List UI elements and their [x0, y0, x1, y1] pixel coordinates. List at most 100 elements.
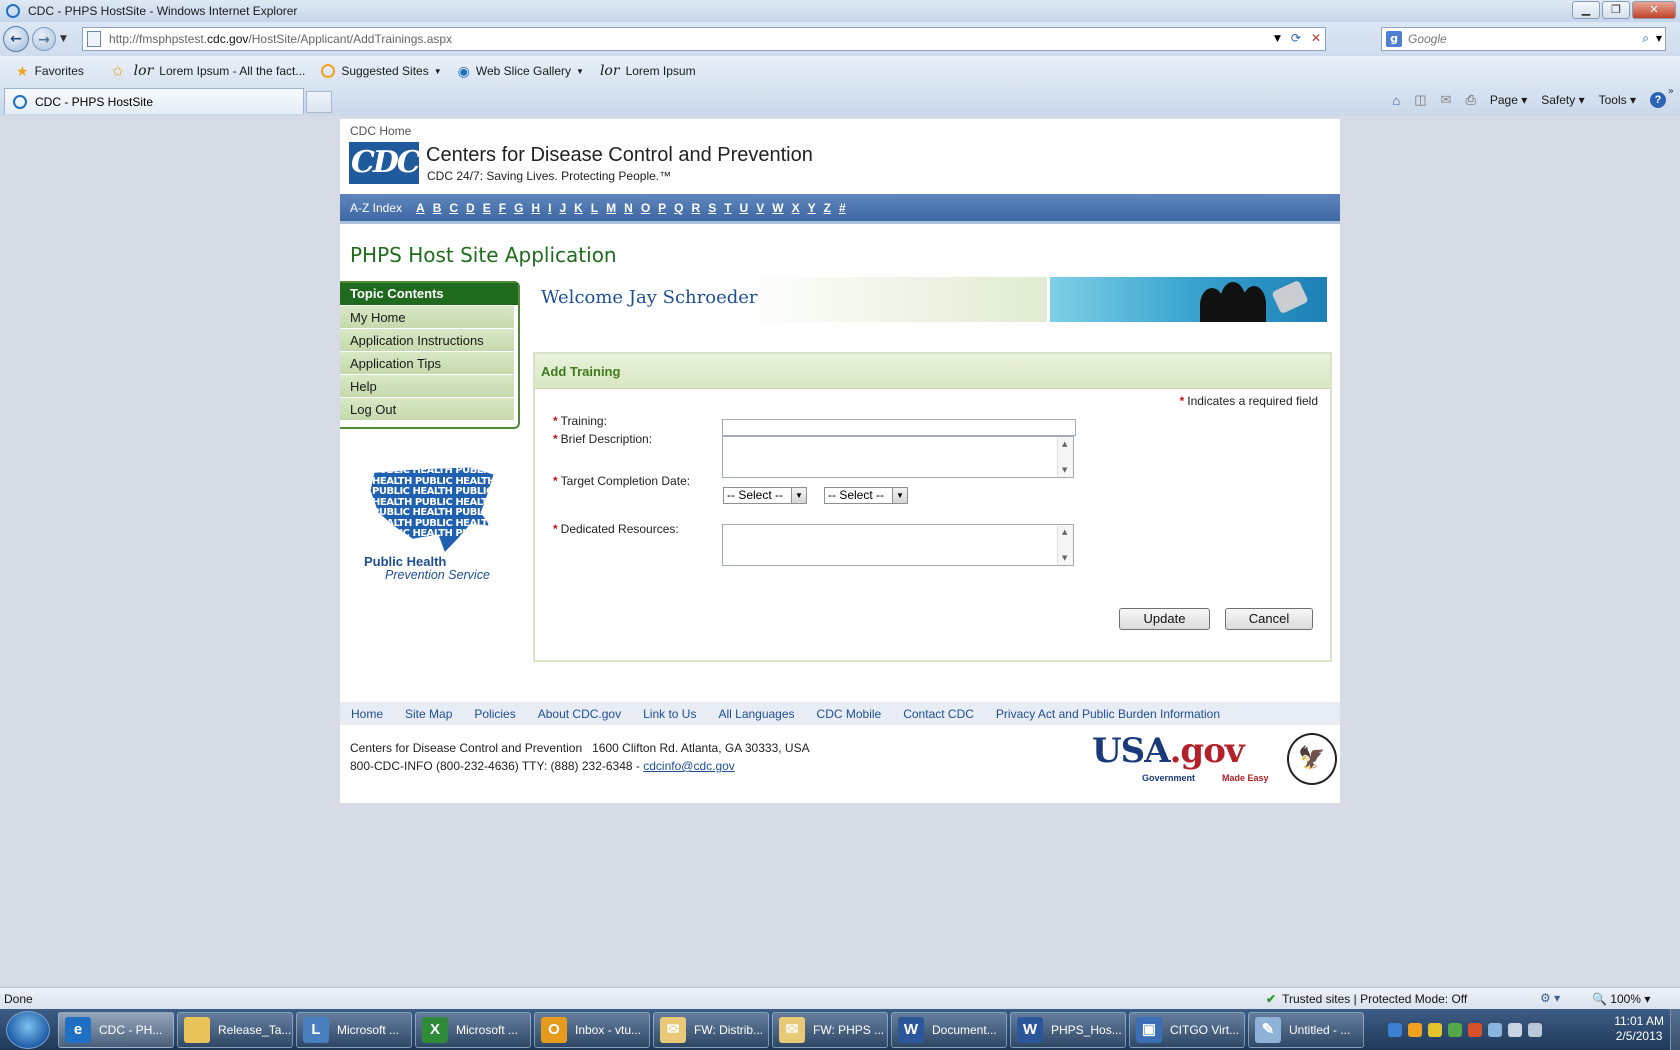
taskbar-item[interactable]: O Inbox - vtu... [534, 1011, 650, 1048]
footer-link[interactable]: Site Map [405, 707, 452, 721]
footer-link[interactable]: Contact CDC [903, 707, 974, 721]
usa-gov-logo[interactable]: USA.gov Government Made Easy [1092, 731, 1282, 787]
add-to-favorites-icon[interactable]: ✩ [112, 63, 130, 80]
hhs-seal-icon[interactable]: 🦅 [1287, 733, 1337, 785]
update-button[interactable]: Update [1119, 608, 1210, 630]
chevron-down-icon[interactable]: ▼ [892, 488, 907, 503]
a-z-letter-link[interactable]: X [792, 201, 800, 215]
taskbar-item[interactable]: ✉ FW: PHPS ... [772, 1011, 888, 1048]
textarea-scrollbar[interactable]: ▲ ▼ [1057, 437, 1073, 477]
a-z-letter-link[interactable]: W [772, 201, 783, 215]
brief-description-textarea[interactable]: ▲ ▼ [722, 436, 1074, 478]
footer-link[interactable]: Link to Us [643, 707, 696, 721]
security-zone[interactable]: ✔ Trusted sites | Protected Mode: Off [1266, 992, 1467, 1006]
network-icon[interactable] [1508, 1022, 1522, 1037]
forward-button[interactable]: → [32, 27, 56, 51]
a-z-letter-link[interactable]: M [606, 201, 616, 215]
footer-link[interactable]: About CDC.gov [538, 707, 621, 721]
footer-link[interactable]: Privacy Act and Public Burden Informatio… [996, 707, 1220, 721]
a-z-letter-link[interactable]: Z [824, 201, 831, 215]
taskbar-item[interactable]: W Document... [891, 1011, 1007, 1048]
a-z-letter-link[interactable]: O [641, 201, 650, 215]
cdc-home-link[interactable]: CDC Home [350, 124, 411, 138]
print-icon[interactable]: ⎙ [1465, 92, 1475, 108]
sidebar-item-my-home[interactable]: My Home [340, 305, 514, 328]
address-dropdown-icon[interactable]: ▼ [1274, 31, 1281, 47]
fav-link-suggested-sites[interactable]: Suggested Sites ▼ [321, 64, 442, 78]
address-url[interactable]: http://fmsphpstest.cdc.gov/HostSite/Appl… [109, 32, 452, 46]
sidebar-item-help[interactable]: Help [340, 374, 514, 397]
refresh-icon[interactable]: ⟳ [1291, 31, 1301, 47]
a-z-letter-link[interactable]: J [559, 201, 566, 215]
a-z-letter-link[interactable]: N [624, 201, 633, 215]
sidebar-item-application-instructions[interactable]: Application Instructions [340, 328, 514, 351]
taskbar-item[interactable]: X Microsoft ... [415, 1011, 531, 1048]
favorites-button[interactable]: ★ Favorites [16, 63, 84, 80]
feeds-icon[interactable]: ◫ [1414, 92, 1426, 108]
stop-icon[interactable]: ✕ [1311, 31, 1321, 47]
clock[interactable]: 11:01 AM 2/5/2013 [1614, 1014, 1664, 1044]
recent-pages-dropdown-icon[interactable]: ▼ [60, 34, 67, 44]
a-z-letter-link[interactable]: U [740, 201, 749, 215]
a-z-letter-link[interactable]: C [449, 201, 458, 215]
protected-mode-icon[interactable]: ⚙ ▾ [1540, 991, 1560, 1005]
back-button[interactable]: ← [3, 26, 29, 52]
tray-icon[interactable] [1488, 1022, 1502, 1037]
sidebar-item-application-tips[interactable]: Application Tips [340, 351, 514, 374]
footer-link[interactable]: All Languages [718, 707, 794, 721]
footer-link[interactable]: CDC Mobile [817, 707, 882, 721]
address-bar[interactable]: http://fmsphpstest.cdc.gov/HostSite/Appl… [82, 27, 1326, 51]
a-z-letter-link[interactable]: # [839, 201, 846, 215]
sidebar-item-log-out[interactable]: Log Out [340, 397, 514, 420]
a-z-letter-link[interactable]: S [708, 201, 716, 215]
start-button[interactable] [6, 1010, 50, 1049]
fav-link-lorem-ipsum-facts[interactable]: lor Lorem Ipsum - All the fact... [134, 63, 306, 79]
tray-icon[interactable] [1448, 1022, 1462, 1037]
cancel-button[interactable]: Cancel [1225, 608, 1313, 630]
a-z-letter-link[interactable]: F [499, 201, 506, 215]
new-tab-button[interactable] [306, 91, 332, 113]
a-z-letter-link[interactable]: E [483, 201, 491, 215]
chevron-down-icon[interactable]: ▼ [791, 488, 806, 503]
search-placeholder[interactable]: Google [1408, 32, 1447, 46]
cdc-logo[interactable]: CDC [349, 142, 421, 184]
dedicated-resources-textarea[interactable]: ▲ ▼ [722, 524, 1074, 566]
taskbar-item[interactable]: ✎ Untitled - ... [1248, 1011, 1364, 1048]
page-menu[interactable]: Page ▾ [1490, 93, 1527, 107]
a-z-letter-link[interactable]: I [548, 201, 551, 215]
minimize-button[interactable]: ▁ [1572, 1, 1600, 19]
fav-link-lorem-ipsum[interactable]: lor Lorem Ipsum [600, 63, 696, 79]
a-z-letter-link[interactable]: B [433, 201, 442, 215]
tray-icon[interactable] [1388, 1022, 1402, 1037]
a-z-letter-link[interactable]: Y [808, 201, 816, 215]
tray-icon[interactable] [1428, 1022, 1442, 1037]
tray-icon[interactable] [1408, 1022, 1422, 1037]
tab-cdc-phps[interactable]: CDC - PHPS HostSite [4, 88, 304, 114]
chevron-more-icon[interactable]: » [1668, 86, 1674, 97]
tray-icon[interactable] [1468, 1022, 1482, 1037]
a-z-letter-link[interactable]: L [591, 201, 598, 215]
a-z-letter-link[interactable]: V [756, 201, 764, 215]
tools-menu[interactable]: Tools ▾ [1599, 93, 1636, 107]
taskbar-item[interactable]: ✉ FW: Distrib... [653, 1011, 769, 1048]
safety-menu[interactable]: Safety ▾ [1541, 93, 1584, 107]
taskbar-item[interactable]: Release_Ta... [177, 1011, 293, 1048]
mail-icon[interactable]: ✉ [1441, 92, 1452, 108]
volume-icon[interactable] [1528, 1022, 1542, 1037]
a-z-letter-link[interactable]: D [466, 201, 475, 215]
search-box[interactable]: g Google ⌕ ▼ [1381, 27, 1666, 51]
help-icon[interactable]: ? [1650, 92, 1666, 108]
a-z-letter-link[interactable]: A [416, 201, 425, 215]
footer-link[interactable]: Policies [474, 707, 515, 721]
search-options-icon[interactable]: ▼ [1656, 34, 1662, 43]
email-link[interactable]: cdcinfo@cdc.gov [643, 759, 735, 773]
taskbar-item[interactable]: L Microsoft ... [296, 1011, 412, 1048]
a-z-letter-link[interactable]: R [692, 201, 701, 215]
target-month-select[interactable]: -- Select -- ▼ [723, 487, 807, 504]
a-z-letter-link[interactable]: K [574, 201, 583, 215]
a-z-letter-link[interactable]: H [531, 201, 540, 215]
training-input[interactable] [722, 419, 1076, 436]
taskbar-item[interactable]: e CDC - PH... [58, 1011, 174, 1048]
home-icon[interactable]: ⌂ [1392, 93, 1400, 108]
target-year-select[interactable]: -- Select -- ▼ [824, 487, 908, 504]
